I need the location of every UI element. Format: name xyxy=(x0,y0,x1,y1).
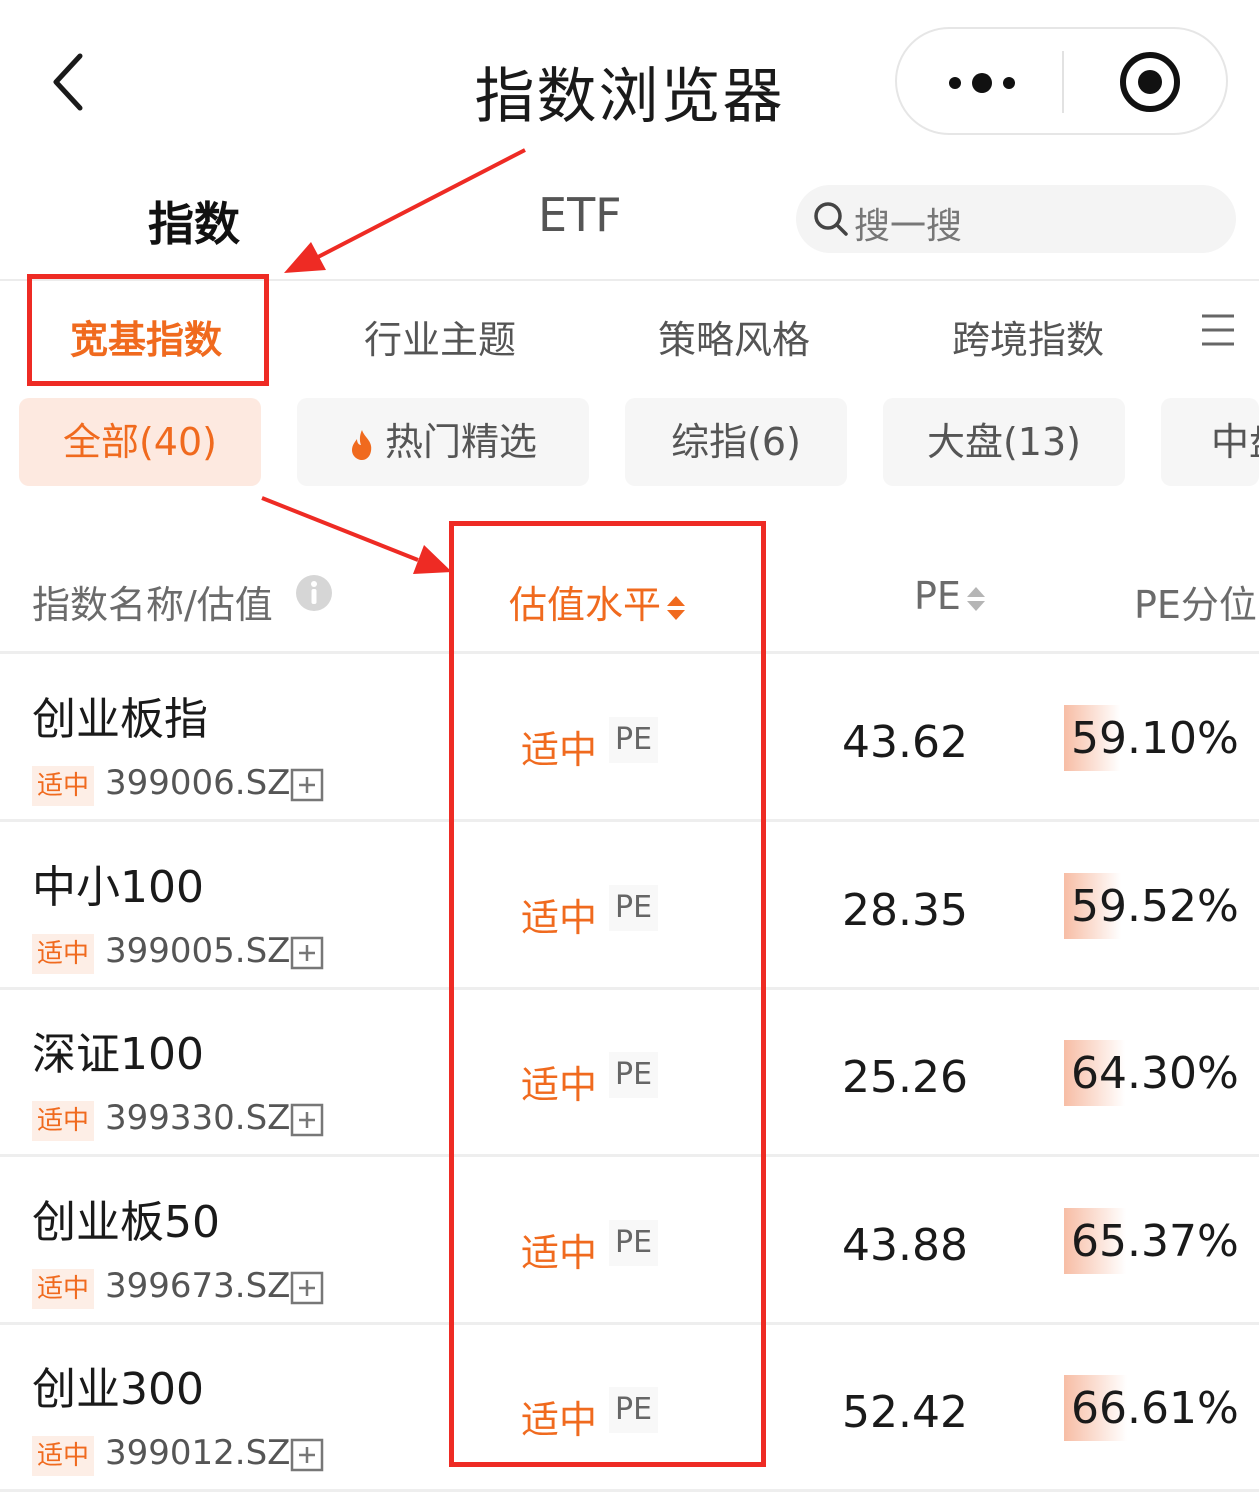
index-code: 399673.SZ xyxy=(105,1266,291,1306)
col-header-pe-label: PE xyxy=(914,574,961,618)
pe-percentile-value: 64.30% xyxy=(1071,1048,1239,1099)
annotation-box-level-column xyxy=(449,521,766,1467)
chip-large-cap[interactable]: 大盘(13) xyxy=(883,398,1125,486)
annotation-box-broad-index xyxy=(27,274,269,386)
col-header-pe-percentile[interactable]: PE分位 xyxy=(1134,574,1257,629)
pe-percentile: 59.10% xyxy=(1064,705,1254,771)
tab-industry-theme[interactable]: 行业主题 xyxy=(364,309,516,364)
chip-all[interactable]: 全部(40) xyxy=(19,398,261,486)
index-code: 399012.SZ xyxy=(105,1433,291,1473)
col-header-pe[interactable]: PE xyxy=(914,574,987,618)
add-watchlist-icon[interactable] xyxy=(290,1271,324,1305)
index-name: 创业板50 xyxy=(32,1197,220,1248)
divider xyxy=(0,1489,1259,1492)
pe-percentile: 64.30% xyxy=(1064,1040,1254,1106)
pe-percentile: 66.61% xyxy=(1064,1375,1254,1441)
add-watchlist-icon[interactable] xyxy=(290,1103,324,1137)
capsule-divider xyxy=(1062,51,1064,113)
pe-percentile-value: 59.52% xyxy=(1071,881,1239,932)
sort-icon xyxy=(966,586,985,611)
add-watchlist-icon[interactable] xyxy=(290,1438,324,1472)
pe-percentile-value: 59.10% xyxy=(1071,713,1239,764)
more-dots-icon[interactable] xyxy=(937,59,1027,104)
tab-index[interactable]: 指数 xyxy=(148,188,240,254)
valuation-tag: 适中 xyxy=(32,1269,94,1309)
valuation-tag: 适中 xyxy=(32,1436,94,1476)
add-watchlist-icon[interactable] xyxy=(290,768,324,802)
search-input[interactable]: 搜一搜 xyxy=(796,185,1236,253)
index-code: 399330.SZ xyxy=(105,1098,291,1138)
search-placeholder: 搜一搜 xyxy=(854,206,963,247)
pe-value: 43.62 xyxy=(842,717,968,768)
pe-percentile: 59.52% xyxy=(1064,873,1254,939)
pe-percentile: 65.37% xyxy=(1064,1208,1254,1274)
tab-strategy-style[interactable]: 策略风格 xyxy=(658,309,810,364)
pe-percentile-value: 66.61% xyxy=(1071,1383,1239,1434)
chip-mid-cap[interactable]: 中盘 xyxy=(1161,398,1259,486)
search-icon xyxy=(814,202,848,236)
index-name: 中小100 xyxy=(32,862,204,913)
index-code: 399005.SZ xyxy=(105,931,291,971)
valuation-tag: 适中 xyxy=(32,934,94,974)
tab-etf[interactable]: ETF xyxy=(538,188,622,242)
mini-program-capsule xyxy=(895,27,1228,135)
index-code: 399006.SZ xyxy=(105,763,291,803)
pe-value: 25.26 xyxy=(842,1052,968,1103)
chip-hot-picks-label: 热门精选 xyxy=(384,420,537,464)
add-watchlist-icon[interactable] xyxy=(290,936,324,970)
index-name: 深证100 xyxy=(32,1029,204,1080)
chip-composite[interactable]: 综指(6) xyxy=(625,398,847,486)
menu-icon[interactable] xyxy=(1200,313,1236,347)
tab-cross-border[interactable]: 跨境指数 xyxy=(952,309,1104,364)
pe-percentile-value: 65.37% xyxy=(1071,1216,1239,1267)
fire-icon xyxy=(351,429,372,460)
index-name: 创业300 xyxy=(32,1364,204,1415)
target-icon[interactable] xyxy=(1119,51,1181,113)
valuation-tag: 适中 xyxy=(32,766,94,806)
pe-value: 52.42 xyxy=(842,1387,968,1438)
index-name: 创业板指 xyxy=(32,694,208,745)
pe-value: 28.35 xyxy=(842,885,968,936)
col-header-name[interactable]: 指数名称/估值 xyxy=(32,574,273,629)
valuation-tag: 适中 xyxy=(32,1101,94,1141)
chip-hot-picks[interactable]: 热门精选 xyxy=(297,398,589,486)
pe-value: 43.88 xyxy=(842,1220,968,1271)
info-icon[interactable] xyxy=(295,574,333,612)
